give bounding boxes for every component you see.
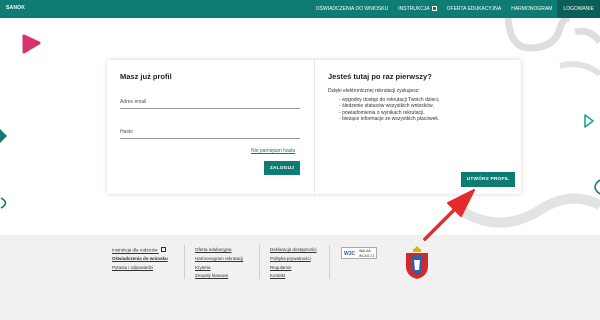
- w3c-logo-text: W3C: [344, 251, 356, 257]
- login-panel: Masz już profil Adres email Hasło Nie pa…: [107, 60, 314, 194]
- footer-divider: [329, 245, 330, 279]
- footer-link-kontakt[interactable]: Kontakt: [270, 273, 285, 278]
- nav-oswiadczenia-label: OŚWIADCZENIA DO WNIOSKU: [315, 6, 389, 12]
- nav-instrukcja[interactable]: INSTRUKCJA: [393, 0, 441, 18]
- nav-logowanie[interactable]: LOGOWANIE: [557, 0, 600, 18]
- red-arrow-annotation: [423, 189, 475, 241]
- footer-divider: [259, 245, 260, 279]
- nav-oferta-label: OFERTA EDUKACYJNA: [446, 6, 502, 12]
- benefits-list: wygodny dostęp do rekrutacji Twoich dzie…: [339, 97, 439, 123]
- create-profile-button[interactable]: UTWÓRZ PROFIL: [461, 172, 515, 187]
- footer-link-pytania[interactable]: Pytania i odpowiedzi: [112, 265, 153, 270]
- list-item: bieżące informacje ze wszystkich placówe…: [339, 116, 439, 122]
- wcag-badge[interactable]: W3C WAI-AA WCAG 2.1: [341, 247, 377, 259]
- external-link-icon: [160, 247, 166, 252]
- main-nav: OŚWIADCZENIA DO WNIOSKU INSTRUKCJA OFERT…: [311, 0, 600, 18]
- teal-outline-triangle-decoration: [584, 114, 594, 128]
- login-button[interactable]: ZALOGUJ: [264, 161, 300, 175]
- pink-triangle-decoration: [22, 34, 41, 54]
- auth-card: Masz już profil Adres email Hasło Nie pa…: [107, 60, 521, 194]
- nav-oferta[interactable]: OFERTA EDUKACYJNA: [442, 0, 507, 18]
- footer-link-deklaracja[interactable]: Deklaracja dostępności: [270, 247, 317, 252]
- footer-link-instrukcja-label: Instrukcja dla rodziców: [112, 247, 158, 253]
- login-title: Masz już profil: [120, 72, 172, 81]
- wcag-badge-line1: WAI-AA: [359, 249, 371, 253]
- footer-link-regulamin[interactable]: Regulamin: [270, 265, 292, 270]
- footer-link-zespoly[interactable]: Zespoły klasowe: [195, 273, 228, 278]
- teal-shape-decoration: [0, 129, 7, 143]
- forgot-password-link[interactable]: Nie pamiętam hasła: [251, 148, 295, 154]
- nav-oswiadczenia[interactable]: OŚWIADCZENIA DO WNIOSKU: [311, 0, 394, 18]
- external-link-icon: [431, 5, 437, 11]
- register-title: Jesteś tutaj po raz pierwszy?: [328, 72, 432, 81]
- register-panel: Jesteś tutaj po raz pierwszy? Dzięki ele…: [314, 60, 521, 194]
- nav-harmonogram[interactable]: HARMONOGRAM: [506, 0, 557, 18]
- footer-link-instrukcja[interactable]: Instrukcja dla rodziców: [112, 247, 166, 253]
- register-intro: Dzięki elektronicznej rekrutacji zyskuje…: [328, 88, 420, 94]
- teal-outline-decoration: [0, 197, 7, 209]
- wcag-badge-line2: WCAG 2.1: [359, 253, 375, 258]
- email-input[interactable]: [120, 108, 300, 109]
- coat-of-arms-logo: [406, 246, 428, 279]
- footer-link-harmonogram[interactable]: Harmonogram rekrutacji: [195, 256, 243, 261]
- footer-link-oswiadczenia[interactable]: Oświadczenia do wniosku: [112, 256, 168, 261]
- email-label: Adres email: [120, 99, 147, 105]
- nav-logowanie-label: LOGOWANIE: [563, 6, 594, 12]
- footer-divider: [184, 245, 185, 279]
- nav-instrukcja-label: INSTRUKCJA: [398, 6, 430, 12]
- password-input[interactable]: [120, 138, 300, 139]
- footer-link-polityka[interactable]: Polityka prywatności: [270, 256, 311, 261]
- password-label: Hasło: [120, 129, 133, 135]
- footer-link-kryteria[interactable]: Kryteria: [195, 265, 211, 270]
- list-item: śledzenie statusów wszystkich wniosków,: [339, 103, 439, 109]
- wcag-badge-text: WAI-AA WCAG 2.1: [359, 249, 375, 258]
- brand-name[interactable]: SANOK: [6, 5, 25, 11]
- footer-link-oferta[interactable]: Oferta edukacyjna: [195, 247, 232, 252]
- top-navigation-bar: SANOK OŚWIADCZENIA DO WNIOSKU INSTRUKCJA…: [0, 0, 600, 18]
- nav-harmonogram-label: HARMONOGRAM: [511, 6, 553, 12]
